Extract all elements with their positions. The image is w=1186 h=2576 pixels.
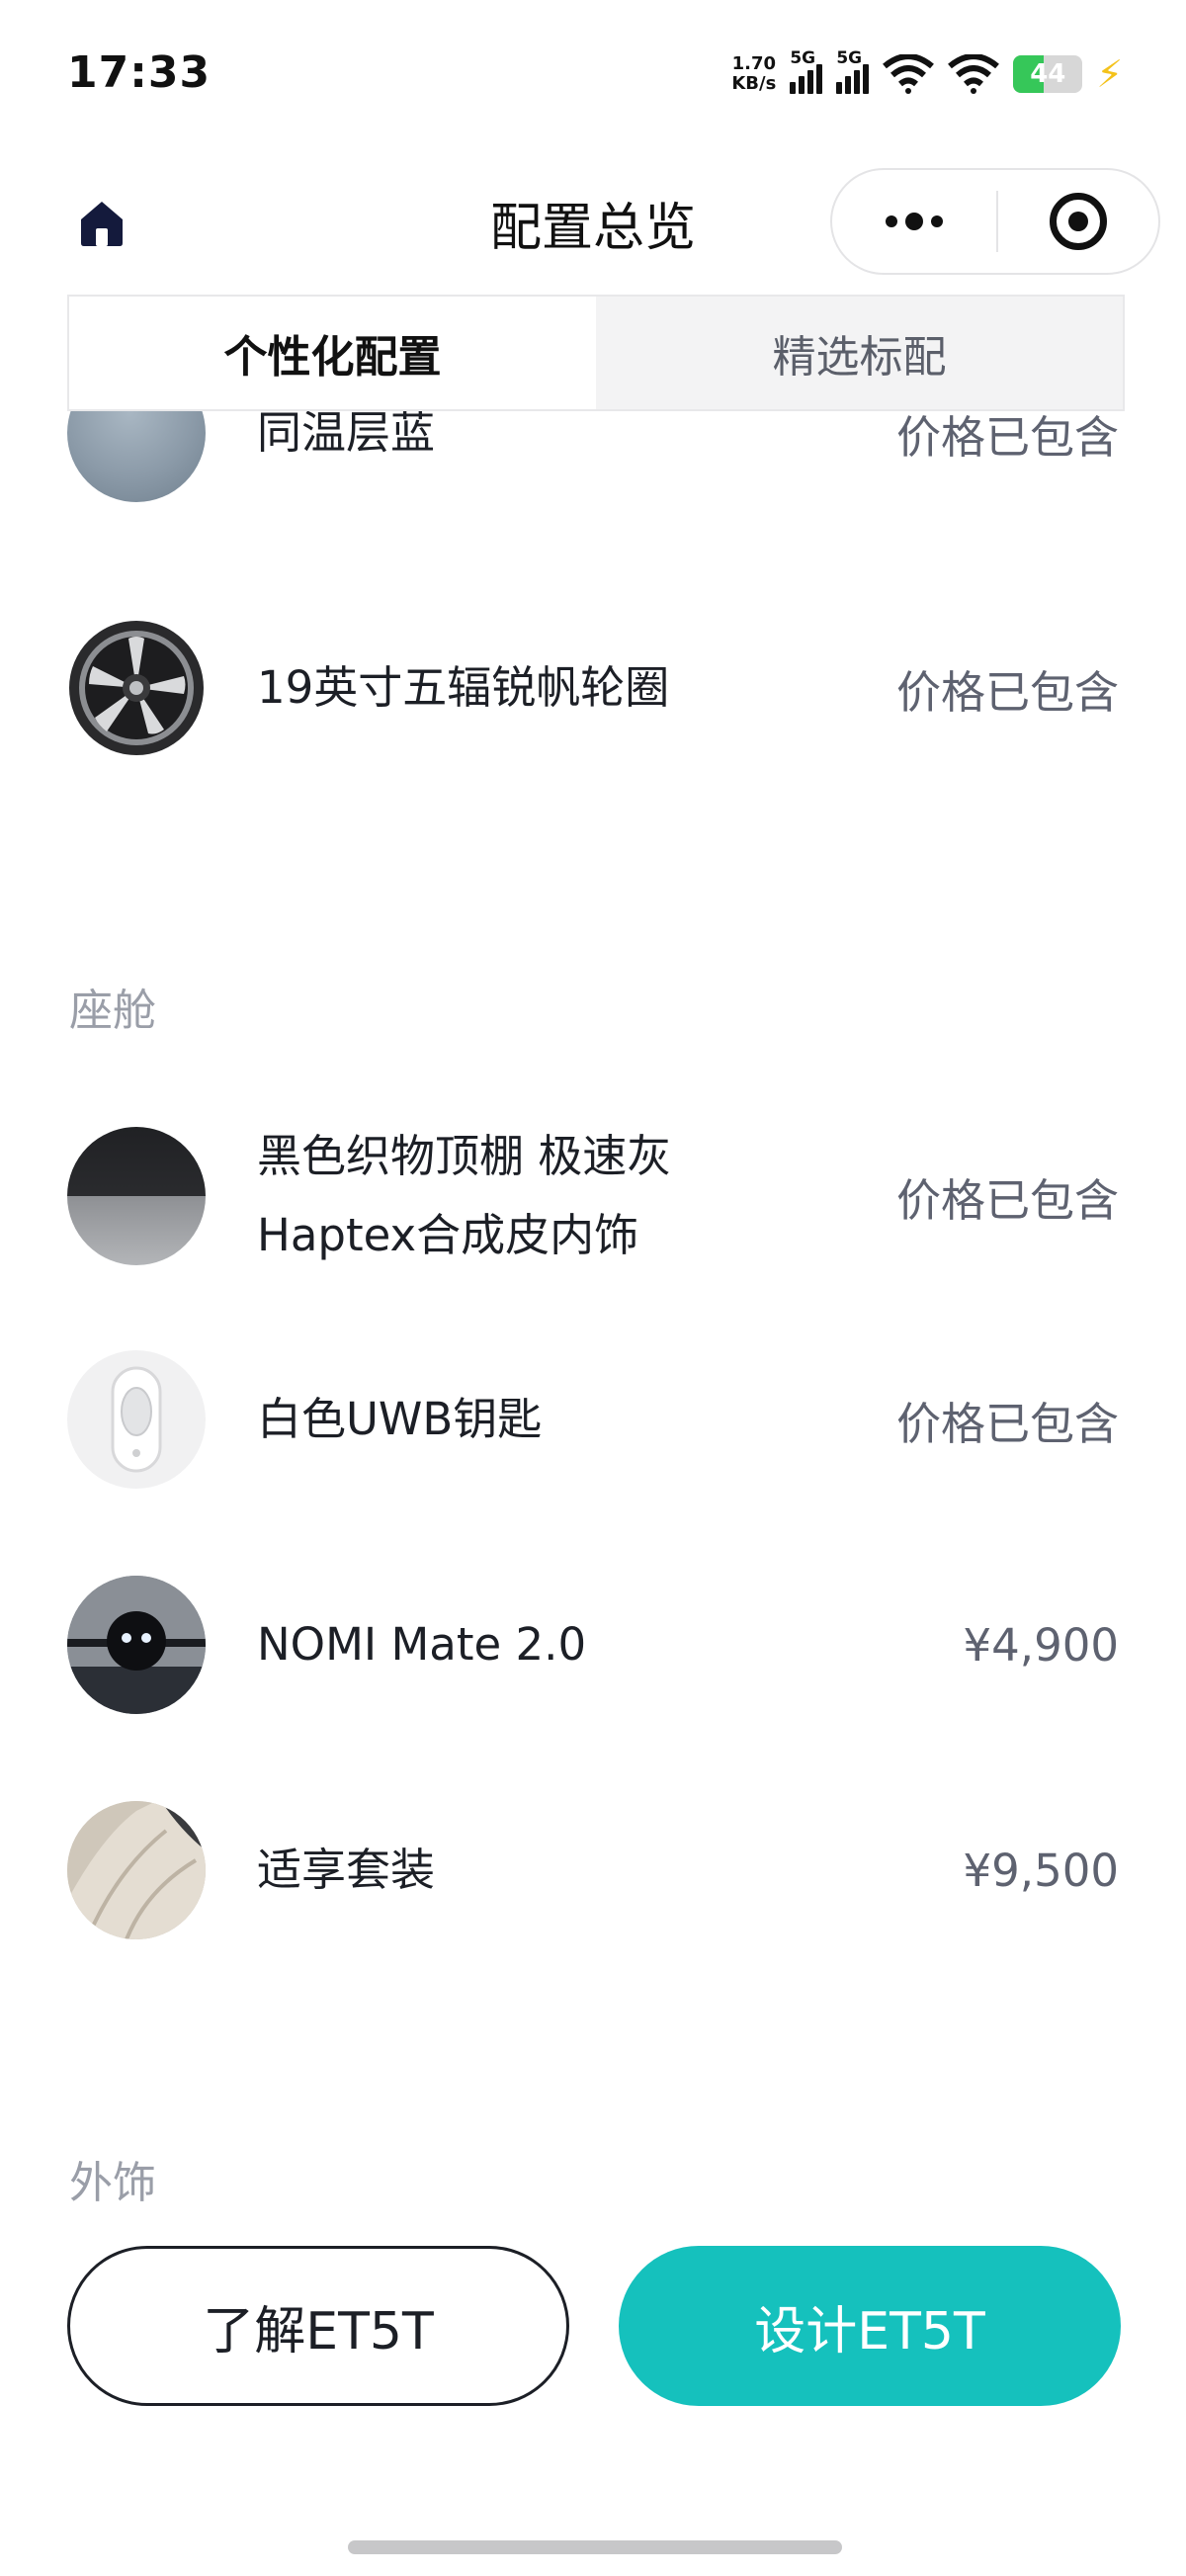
design-et5t-button[interactable]: 设计ET5T <box>619 2246 1121 2406</box>
charging-bolt-icon: ⚡ <box>1096 52 1123 96</box>
item-price: 价格已包含 <box>895 411 1119 464</box>
comfort-seat-thumbnail <box>67 1801 206 1939</box>
interior-swatch-thumbnail <box>67 1127 206 1265</box>
config-overview-page: 17:33 1.70 KB/s 5G 5G 44 ⚡ 配置总览 个性化配置 精选… <box>0 0 1186 2576</box>
item-price: 价格已包含 <box>895 665 1119 719</box>
more-dots-icon[interactable] <box>832 170 996 273</box>
signal-icon-sim2: 5G <box>836 48 870 94</box>
item-price: ¥4,900 <box>963 1618 1119 1672</box>
list-item[interactable]: 适享套装 ¥9,500 <box>67 1801 1119 1939</box>
item-name: 黑色织物顶棚 极速灰 Haptex合成皮内饰 <box>257 1117 896 1275</box>
item-name: 19英寸五辐锐帆轮圈 <box>257 661 670 714</box>
item-price: ¥9,500 <box>963 1844 1119 1897</box>
list-item[interactable]: 19英寸五辐锐帆轮圈 价格已包含 <box>67 619 1119 757</box>
list-item[interactable]: NOMI Mate 2.0 ¥4,900 <box>67 1576 1119 1714</box>
item-name: NOMI Mate 2.0 <box>257 1618 587 1671</box>
item-name: 适享套装 <box>257 1844 436 1896</box>
item-price: 价格已包含 <box>895 1173 1119 1227</box>
status-bar: 17:33 1.70 KB/s 5G 5G 44 ⚡ <box>0 0 1186 148</box>
uwb-key-thumbnail <box>67 1350 206 1489</box>
network-speed-value: 1.70 <box>731 53 777 74</box>
learn-et5t-button[interactable]: 了解ET5T <box>67 2246 569 2406</box>
list-item[interactable]: 白色UWB钥匙 价格已包含 <box>67 1350 1119 1489</box>
network-speed: 1.70 KB/s <box>731 54 776 94</box>
item-price: 价格已包含 <box>895 1397 1119 1450</box>
mini-program-capsule <box>830 168 1160 275</box>
tab-standard-config[interactable]: 精选标配 <box>596 297 1123 409</box>
sim2-label: 5G <box>836 48 863 68</box>
item-name: 同温层蓝 <box>257 411 436 459</box>
wheel-rim-thumbnail <box>67 619 206 757</box>
nomi-robot-thumbnail <box>67 1576 206 1714</box>
wifi-icon <box>948 54 1000 94</box>
battery-level: 44 <box>1030 59 1066 89</box>
battery-icon: 44 <box>1013 55 1083 93</box>
signal-icon-sim1: 5G <box>790 48 823 94</box>
item-name-line1: 黑色织物顶棚 极速灰 <box>257 1130 672 1182</box>
home-indicator[interactable] <box>348 2540 842 2554</box>
list-item[interactable]: 黑色织物顶棚 极速灰 Haptex合成皮内饰 价格已包含 <box>67 1127 1119 1265</box>
section-title-exterior: 外饰 <box>69 2158 156 2208</box>
config-list: 同温层蓝 价格已包含 19英寸五辐锐帆轮圈 价格已包含 座舱 黑色织物顶棚 极速… <box>0 411 1186 2230</box>
wifi-calling-icon <box>883 54 935 94</box>
target-circle-icon[interactable] <box>998 170 1158 273</box>
sim1-label: 5G <box>790 48 816 68</box>
item-name: 白色UWB钥匙 <box>257 1393 543 1445</box>
nav-bar: 配置总览 <box>0 158 1186 287</box>
color-swatch-thumbnail <box>67 411 206 502</box>
network-speed-unit: KB/s <box>731 73 777 94</box>
status-time: 17:33 <box>67 47 212 98</box>
section-title-cabin: 座舱 <box>69 986 156 1036</box>
list-item[interactable]: 同温层蓝 价格已包含 <box>67 411 1119 502</box>
status-indicators: 1.70 KB/s 5G 5G 44 ⚡ <box>731 48 1123 99</box>
item-name-line2: Haptex合成皮内饰 <box>257 1209 639 1261</box>
tab-personalized-config[interactable]: 个性化配置 <box>69 297 596 409</box>
config-tabs: 个性化配置 精选标配 <box>67 295 1125 411</box>
